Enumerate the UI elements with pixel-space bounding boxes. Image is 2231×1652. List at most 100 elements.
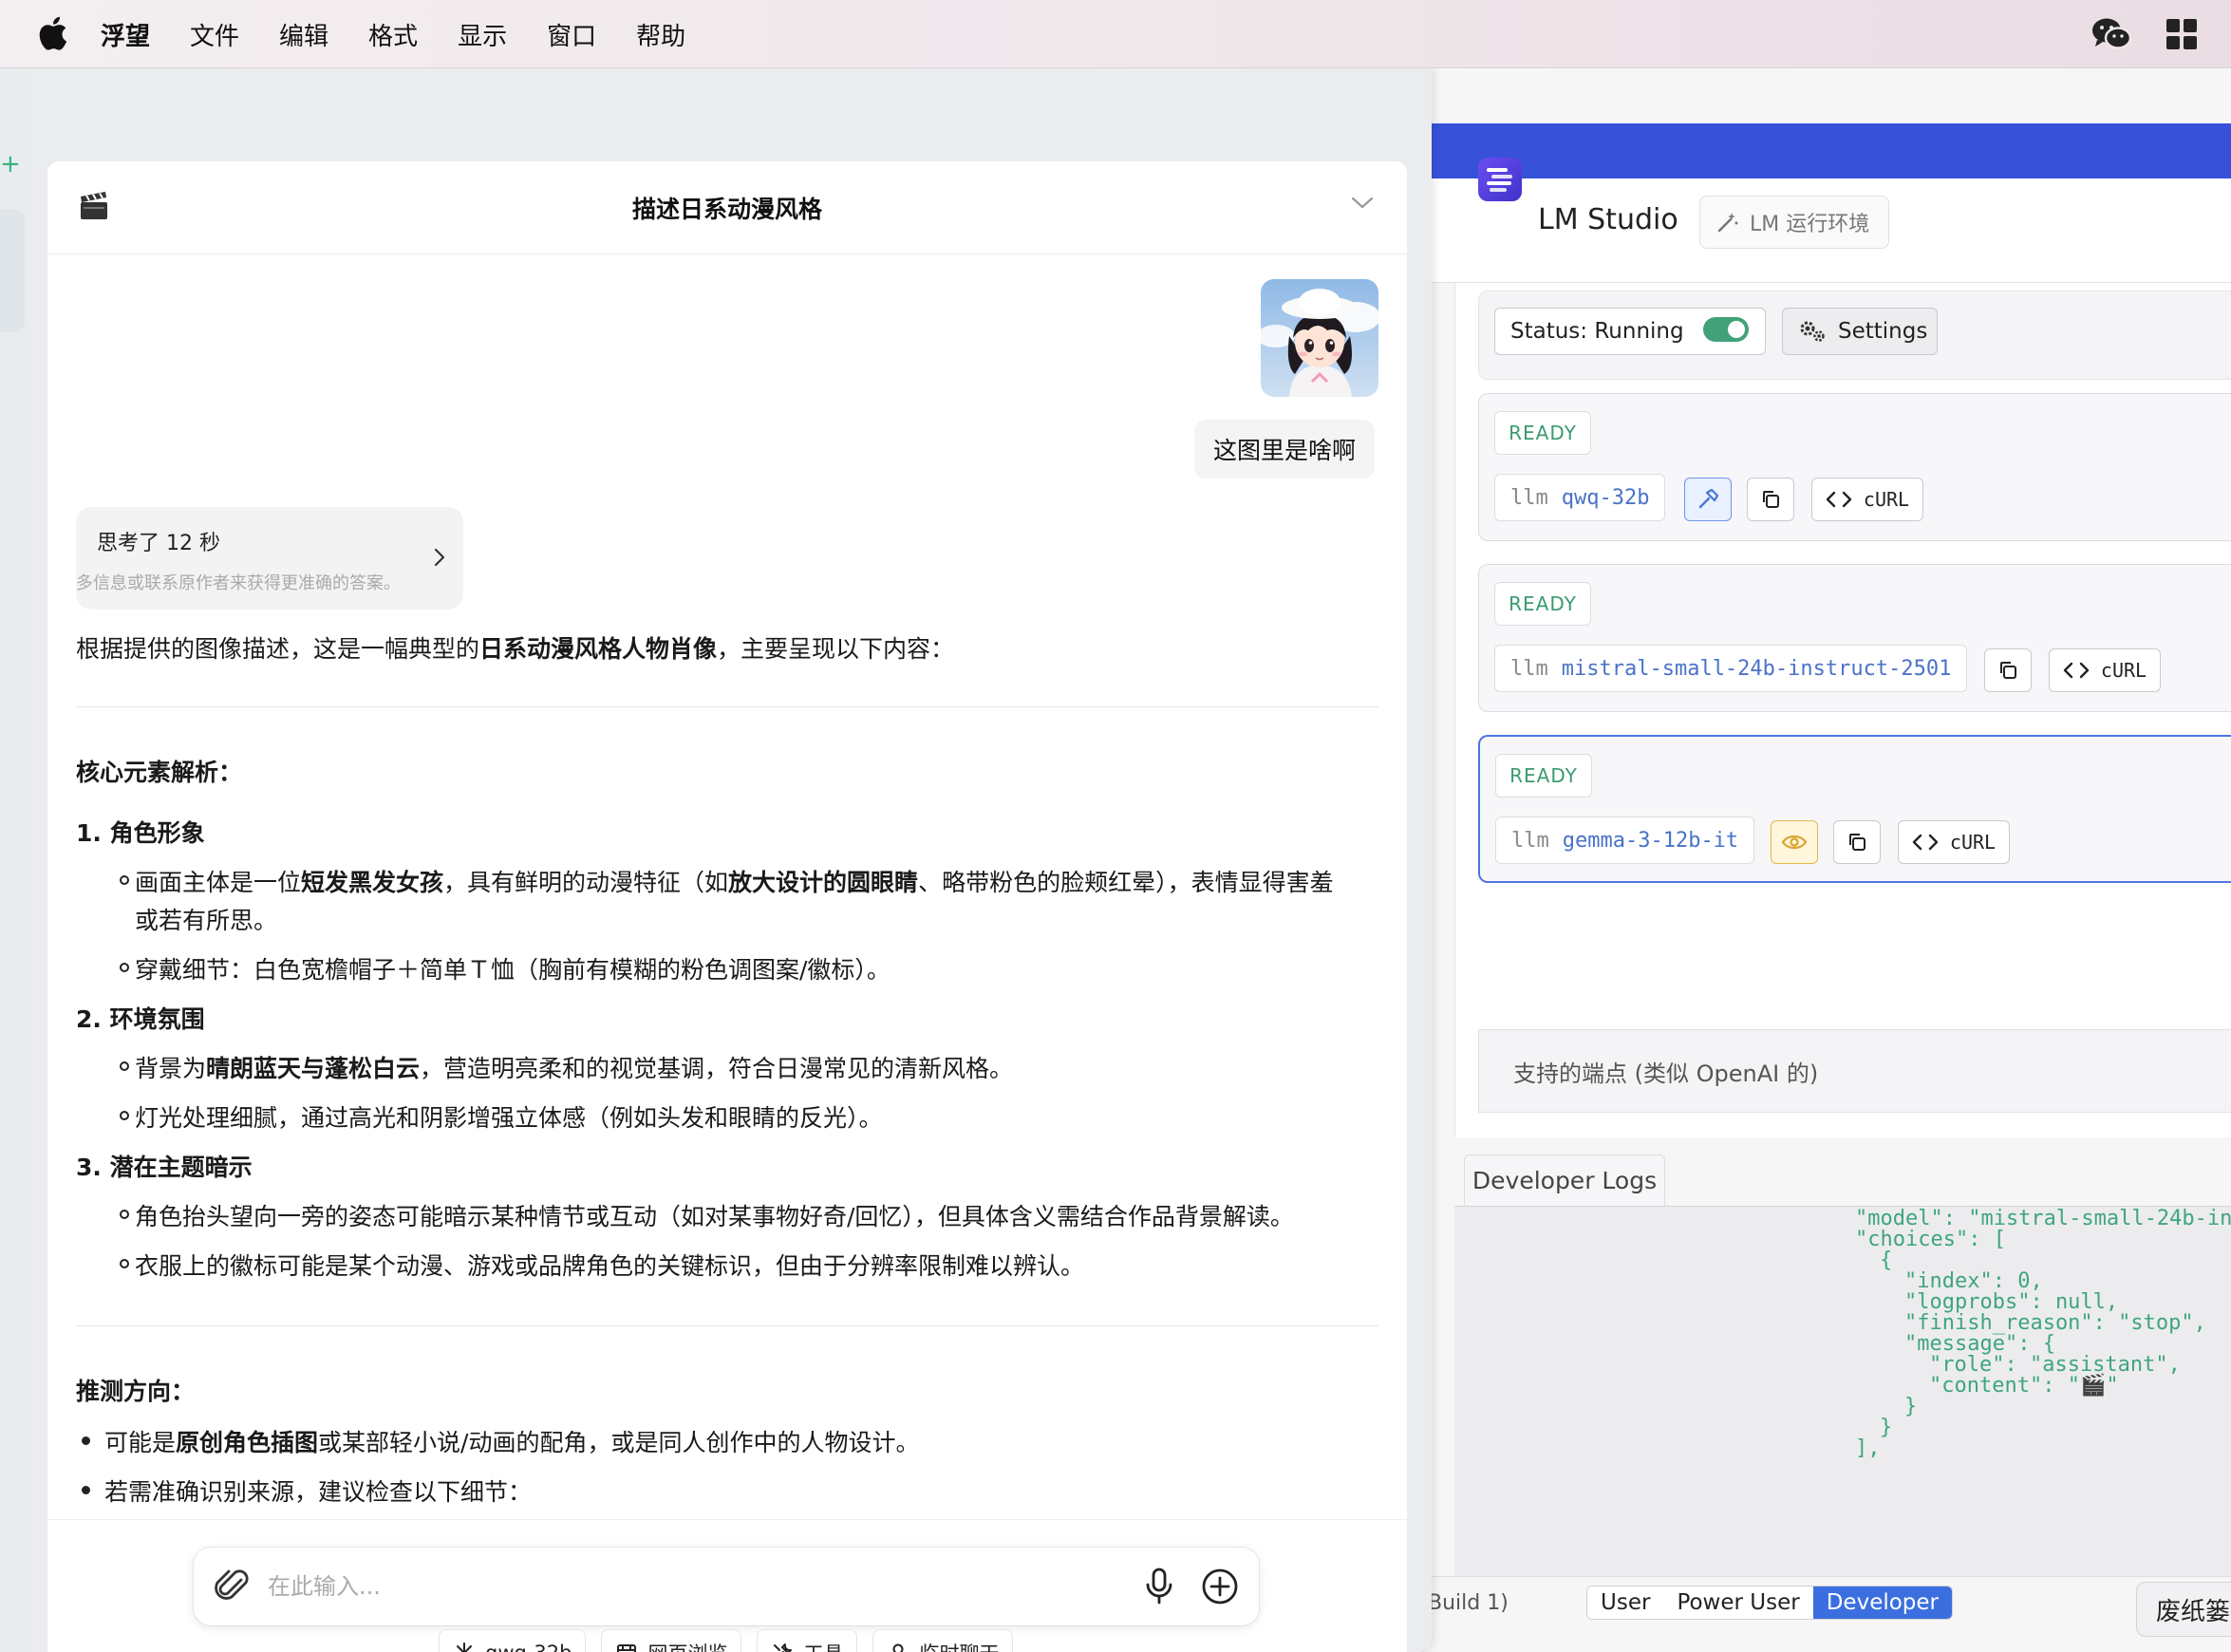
plus-icon: + <box>0 150 21 178</box>
tool-use-button[interactable] <box>1684 478 1732 521</box>
supported-endpoints-section[interactable]: 支持的端点 (类似 OpenAI 的) <box>1478 1029 2231 1113</box>
paperclip-icon[interactable] <box>215 1567 253 1610</box>
developer-logs-tab[interactable]: Developer Logs <box>1464 1155 1665 1206</box>
web-browse-chip[interactable]: 网页浏览 <box>601 1629 742 1652</box>
list-item: 若需准确识别来源，建议检查以下细节： <box>104 1478 533 1506</box>
runtime-env-button[interactable]: LM 运行环境 <box>1699 196 1889 249</box>
chat-panel: 描述日系动漫风格 这图里是啥啊 思考了 12 秒 多信息或联系原作者来获得更准确… <box>47 161 1407 1652</box>
web-browse-label: 网页浏览 <box>647 1639 727 1652</box>
model-identifier[interactable]: llm qwq-32b <box>1494 474 1666 521</box>
magic-wand-icon <box>1717 213 1738 233</box>
model-card-selected[interactable]: READY llm gemma-3-12b-it cURL <box>1478 735 2231 883</box>
text-run: 、略带粉色的脸颊红晕），表情显得害羞 <box>918 869 1334 896</box>
mode-power-user[interactable]: Power User <box>1663 1586 1812 1619</box>
temporary-user-icon <box>892 1643 904 1652</box>
mode-user[interactable]: User <box>1587 1586 1663 1619</box>
text-run: 背景为 <box>135 1055 207 1082</box>
heading-guess: 推测方向： <box>76 1373 195 1407</box>
model-selector-label: qwq-32b <box>485 1642 572 1652</box>
copy-button[interactable] <box>1747 478 1794 521</box>
chevron-down-icon[interactable] <box>1350 196 1375 215</box>
vision-button[interactable] <box>1771 820 1818 864</box>
menu-app-name[interactable]: 浮望 <box>101 17 150 52</box>
code-icon <box>1912 834 1939 851</box>
text-run: 画面主体是一位 <box>135 869 302 896</box>
lm-studio-window: LM Studio LM 运行环境 Status: Running Settin… <box>1424 68 2231 1652</box>
model-status-badge: READY <box>1494 582 1591 626</box>
background-window-edge: + <box>0 68 28 1652</box>
list-item: 画面主体是一位短发黑发女孩，具有鲜明的动漫特征（如放大设计的圆眼睛、略带粉色的脸… <box>135 864 1334 898</box>
model-selector-chip[interactable]: qwq-32b <box>439 1629 587 1652</box>
apple-icon[interactable] <box>36 15 68 51</box>
clapperboard-icon <box>78 190 110 226</box>
menu-format[interactable]: 格式 <box>368 17 418 52</box>
section-title: 1. 角色形象 <box>76 815 205 849</box>
developer-logs-label: Developer Logs <box>1472 1167 1658 1194</box>
temporary-chat-chip[interactable]: 临时聊天 <box>872 1629 1014 1652</box>
model-card: READY llm mistral-small-24b-instruct-250… <box>1478 564 2231 712</box>
model-type: llm <box>1510 485 1548 510</box>
model-status-badge: READY <box>1494 411 1591 455</box>
gears-icon <box>1800 321 1825 342</box>
curl-button[interactable]: cURL <box>2049 648 2161 692</box>
curl-label: cURL <box>1949 831 1997 854</box>
window-grid-icon[interactable] <box>2161 13 2203 55</box>
section-title: 3. 潜在主题暗示 <box>76 1149 253 1183</box>
model-type: llm <box>1511 828 1549 853</box>
temporary-chat-label: 临时聊天 <box>919 1639 999 1652</box>
list-item: 背景为晴朗蓝天与蓬松白云，营造明亮柔和的视觉基调，符合日漫常见的清新风格。 <box>135 1050 1013 1084</box>
settings-button[interactable]: Settings <box>1782 308 1938 355</box>
browse-icon <box>617 1644 637 1652</box>
list-item: 可能是原创角色插图或某部轻小说/动画的配角，或是同人创作中的人物设计。 <box>104 1424 919 1458</box>
wechat-icon[interactable] <box>2090 13 2132 55</box>
divider <box>76 706 1378 707</box>
menu-file[interactable]: 文件 <box>190 17 239 52</box>
model-identifier[interactable]: llm mistral-small-24b-instruct-2501 <box>1494 645 1968 692</box>
copy-button[interactable] <box>1833 820 1881 864</box>
ui-mode-switcher: User Power User Developer <box>1586 1586 1954 1620</box>
settings-label: Settings <box>1838 319 1928 344</box>
heading-text: 推测方向： <box>76 1378 196 1405</box>
user-message-text: 这图里是啥啊 <box>1213 437 1357 464</box>
trash-button[interactable]: 废纸篓 <box>2136 1582 2231 1637</box>
build-version: Build 1) <box>1428 1591 1509 1615</box>
chat-header: 描述日系动漫风格 <box>47 161 1407 254</box>
copy-button[interactable] <box>1984 648 2032 692</box>
message-input[interactable] <box>268 1563 1103 1610</box>
log-line: ], <box>1855 1436 1881 1460</box>
mode-developer[interactable]: Developer <box>1812 1586 1953 1619</box>
model-identifier[interactable]: llm gemma-3-12b-it <box>1495 817 1755 864</box>
add-circle-icon[interactable] <box>1200 1567 1240 1610</box>
user-message: 这图里是啥啊 <box>1194 420 1376 479</box>
thinking-summary[interactable]: 思考了 12 秒 多信息或联系原作者来获得更准确的答案。 <box>76 507 463 610</box>
menu-help[interactable]: 帮助 <box>636 17 685 52</box>
section-title-text: 3. 潜在主题暗示 <box>76 1154 253 1181</box>
attached-image[interactable] <box>1261 279 1378 397</box>
text-run: 或某部轻小说/动画的配角，或是同人创作中的人物设计。 <box>318 1429 920 1456</box>
sparkle-icon <box>455 1643 474 1652</box>
menu-view[interactable]: 显示 <box>458 17 507 52</box>
bullet <box>82 1486 90 1494</box>
tools-icon <box>774 1643 793 1652</box>
curl-button[interactable]: cURL <box>1898 820 2010 864</box>
tools-chip[interactable]: 工具 <box>757 1629 858 1652</box>
heading-core: 核心元素解析： <box>76 754 242 788</box>
chat-title[interactable]: 描述日系动漫风格 <box>47 161 1407 254</box>
microphone-icon[interactable] <box>1143 1567 1175 1610</box>
server-toggle[interactable] <box>1703 317 1749 342</box>
developer-logs[interactable]: "model": "mistral-small-24b-in "choices"… <box>1454 1206 2231 1576</box>
lm-title-strip <box>1424 123 2231 178</box>
chevron-right-icon <box>433 547 446 572</box>
eye-icon <box>1781 835 1808 850</box>
text-run: 可能是 <box>104 1429 177 1456</box>
bullet <box>120 1111 129 1120</box>
tools-label: 工具 <box>803 1639 843 1652</box>
menu-edit[interactable]: 编辑 <box>279 17 328 52</box>
chat-window: 描述日系动漫风格 这图里是啥啊 思考了 12 秒 多信息或联系原作者来获得更准确… <box>0 68 1432 1652</box>
text-run: ，主要呈现以下内容： <box>717 635 955 663</box>
list-item: 灯光处理细腻，通过高光和阴影增强立体感（例如头发和眼睛的反光）。 <box>135 1104 883 1132</box>
bullet <box>120 1210 129 1219</box>
curl-button[interactable]: cURL <box>1811 478 1923 521</box>
menu-window[interactable]: 窗口 <box>547 17 596 52</box>
answer-intro: 根据提供的图像描述，这是一幅典型的日系动漫风格人物肖像，主要呈现以下内容： <box>76 630 954 665</box>
